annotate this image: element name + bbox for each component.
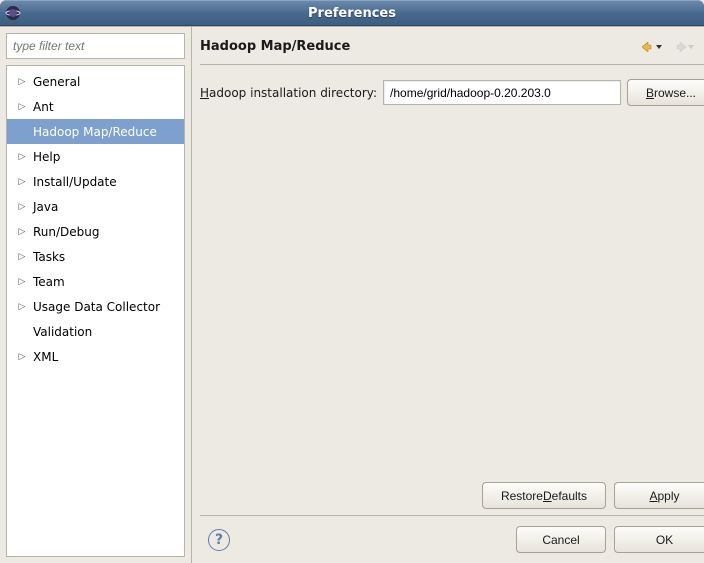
expand-icon[interactable]: ▷ (15, 100, 29, 114)
tree-item-label: Install/Update (33, 175, 117, 189)
tree-item-label: Run/Debug (33, 225, 100, 239)
tree-item-label: Java (33, 200, 58, 214)
arrow-left-icon (642, 42, 654, 52)
expand-icon[interactable]: ▷ (15, 150, 29, 164)
tree-item[interactable]: ▷ Ant (7, 94, 184, 119)
tree-item-label: Usage Data Collector (33, 300, 160, 314)
page-header: Hadoop Map/Reduce (200, 35, 704, 65)
install-dir-label: Hadoop installation directory: (200, 86, 377, 100)
window-title: Preferences (0, 6, 704, 21)
apply-button[interactable]: Apply (614, 482, 704, 509)
help-icon[interactable]: ? (208, 529, 230, 551)
sidebar: ▷ General ▷ Ant Hadoop Map/Reduce ▷ Help ▷ Insta… (0, 27, 192, 563)
tree-item-label: Ant (33, 100, 54, 114)
expand-icon[interactable]: ▷ (15, 200, 29, 214)
restore-defaults-button[interactable]: Restore Defaults (482, 482, 606, 509)
main-panel: Hadoop Map/Reduce (192, 27, 704, 563)
tree-item[interactable]: ▷ Usage Data Collector (7, 294, 184, 319)
expand-icon[interactable]: ▷ (15, 225, 29, 239)
tree-item-label: Help (33, 150, 60, 164)
tree-item-label: Validation (33, 325, 92, 339)
install-dir-input[interactable] (383, 80, 621, 105)
filter-input[interactable] (6, 33, 185, 59)
tree-item[interactable]: Validation (7, 319, 184, 344)
preferences-tree[interactable]: ▷ General ▷ Ant Hadoop Map/Reduce ▷ Help ▷ Insta… (6, 65, 185, 557)
expand-icon[interactable]: ▷ (15, 250, 29, 264)
tree-item[interactable]: ▷ Help (7, 144, 184, 169)
tree-item-label: General (33, 75, 80, 89)
expand-icon[interactable]: ▷ (15, 275, 29, 289)
browse-button[interactable]: Browse... (627, 79, 704, 106)
tree-item[interactable]: ▷ General (7, 69, 184, 94)
expand-icon[interactable]: ▷ (15, 350, 29, 364)
expand-icon[interactable]: ▷ (15, 75, 29, 89)
content-area: ▷ General ▷ Ant Hadoop Map/Reduce ▷ Help ▷ Insta… (0, 26, 704, 563)
nav-forward-button[interactable] (674, 42, 694, 52)
spacer (200, 106, 704, 476)
dropdown-caret-icon (656, 44, 662, 50)
page-body: Hadoop installation directory: Browse...… (200, 65, 704, 555)
titlebar[interactable]: Preferences (0, 0, 704, 26)
eclipse-app-icon (0, 5, 26, 21)
tree-item[interactable]: ▷ Install/Update (7, 169, 184, 194)
tree-item-label: Hadoop Map/Reduce (33, 125, 157, 139)
preferences-window: Preferences ▷ General ▷ Ant Hadoop Map/Reduc… (0, 0, 704, 563)
cancel-button[interactable]: Cancel (516, 526, 606, 553)
tree-item[interactable]: ▷ Java (7, 194, 184, 219)
dialog-buttons: ? Cancel OK (200, 516, 704, 555)
nav-arrows (642, 42, 700, 52)
install-dir-row: Hadoop installation directory: Browse... (200, 79, 704, 106)
dropdown-caret-icon (688, 44, 694, 50)
expand-icon[interactable]: ▷ (15, 300, 29, 314)
page-title: Hadoop Map/Reduce (200, 39, 350, 54)
tree-item[interactable]: ▷ Tasks (7, 244, 184, 269)
tree-item[interactable]: Hadoop Map/Reduce (7, 119, 184, 144)
tree-item[interactable]: ▷ Team (7, 269, 184, 294)
nav-back-button[interactable] (642, 42, 662, 52)
arrow-right-icon (674, 42, 686, 52)
tree-item-label: XML (33, 350, 58, 364)
tree-item[interactable]: ▷ XML (7, 344, 184, 369)
tree-item[interactable]: ▷ Run/Debug (7, 219, 184, 244)
expand-icon[interactable]: ▷ (15, 175, 29, 189)
page-buttons: Restore Defaults Apply (200, 476, 704, 516)
ok-button[interactable]: OK (614, 526, 704, 553)
tree-item-label: Tasks (33, 250, 65, 264)
tree-item-label: Team (33, 275, 65, 289)
